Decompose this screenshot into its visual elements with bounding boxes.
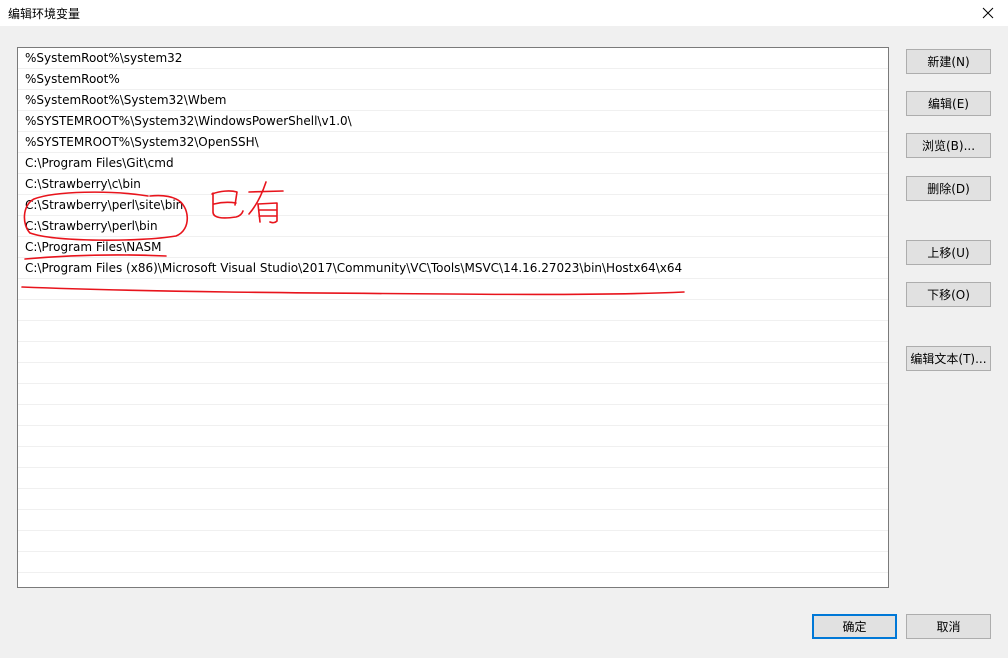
browse-button[interactable]: 浏览(B)... (906, 133, 991, 158)
path-list-item[interactable]: %SYSTEMROOT%\System32\OpenSSH\ (18, 132, 888, 153)
title-bar: 编辑环境变量 (0, 0, 1008, 26)
path-list-item[interactable] (18, 573, 888, 587)
window-title: 编辑环境变量 (8, 7, 81, 21)
path-list-item[interactable]: %SYSTEMROOT%\System32\WindowsPowerShell\… (18, 111, 888, 132)
path-list-item[interactable] (18, 426, 888, 447)
path-list-item[interactable] (18, 279, 888, 300)
edit-button[interactable]: 编辑(E) (906, 91, 991, 116)
close-icon (982, 7, 994, 19)
path-list-item[interactable] (18, 342, 888, 363)
path-list-item[interactable] (18, 405, 888, 426)
path-list[interactable]: %SystemRoot%\system32 %SystemRoot% %System… (17, 47, 889, 588)
cancel-button[interactable]: 取消 (906, 614, 991, 639)
path-list-item[interactable]: C:\Strawberry\c\bin (18, 174, 888, 195)
path-list-item[interactable] (18, 552, 888, 573)
path-list-item[interactable]: %SystemRoot%\system32 (18, 48, 888, 69)
path-list-item[interactable] (18, 300, 888, 321)
path-list-item[interactable] (18, 510, 888, 531)
path-list-item[interactable]: %SystemRoot%\System32\Wbem (18, 90, 888, 111)
path-list-item[interactable] (18, 384, 888, 405)
move-down-button[interactable]: 下移(O) (906, 282, 991, 307)
ok-button[interactable]: 确定 (812, 614, 897, 639)
path-list-item[interactable]: C:\Strawberry\perl\site\bin (18, 195, 888, 216)
path-list-item[interactable]: C:\Program Files\NASM (18, 237, 888, 258)
path-list-item[interactable] (18, 363, 888, 384)
path-list-item[interactable]: C:\Strawberry\perl\bin (18, 216, 888, 237)
path-list-item[interactable] (18, 468, 888, 489)
path-list-item[interactable] (18, 321, 888, 342)
new-button[interactable]: 新建(N) (906, 49, 991, 74)
move-up-button[interactable]: 上移(U) (906, 240, 991, 265)
path-list-item[interactable] (18, 489, 888, 510)
path-list-item[interactable] (18, 447, 888, 468)
path-list-item[interactable]: C:\Program Files (x86)\Microsoft Visual … (18, 258, 888, 279)
edit-text-button[interactable]: 编辑文本(T)... (906, 346, 991, 371)
delete-button[interactable]: 删除(D) (906, 176, 991, 201)
path-list-item[interactable] (18, 531, 888, 552)
path-list-item[interactable]: %SystemRoot% (18, 69, 888, 90)
close-button[interactable] (968, 0, 1008, 26)
path-list-item[interactable]: C:\Program Files\Git\cmd (18, 153, 888, 174)
